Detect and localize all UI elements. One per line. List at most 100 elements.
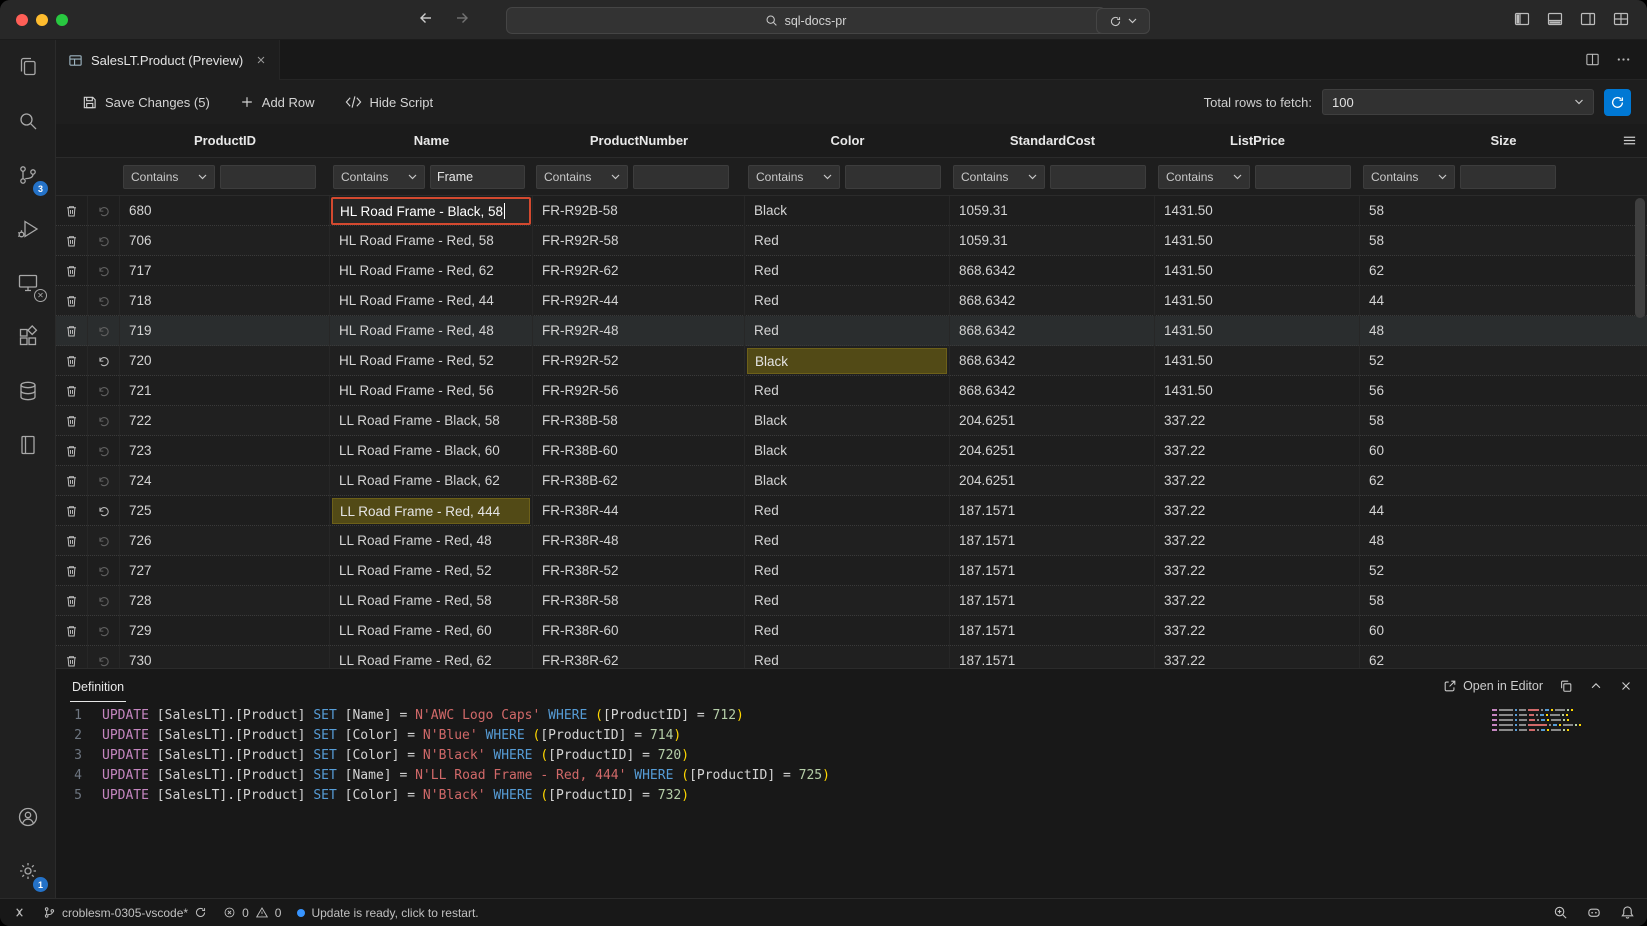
cell-id[interactable]: 680 — [120, 196, 330, 226]
undo-row-button[interactable] — [88, 316, 120, 346]
cell-price[interactable]: 1431.50 — [1155, 376, 1360, 406]
cell-size[interactable]: 62 — [1360, 646, 1647, 668]
cell-size[interactable]: 56 — [1360, 376, 1647, 406]
cell-id[interactable]: 717 — [120, 256, 330, 286]
cell-color[interactable]: Red — [745, 496, 950, 526]
cell-name[interactable]: LL Road Frame - Red, 444 — [330, 496, 533, 526]
save-changes-button[interactable]: Save Changes (5) — [82, 95, 210, 110]
cell-color[interactable]: Red — [745, 586, 950, 616]
undo-row-button[interactable] — [88, 556, 120, 586]
column-header-productnumber[interactable]: ProductNumber — [533, 133, 745, 148]
cell-cost[interactable]: 868.6342 — [950, 256, 1155, 286]
layout-secondary-sidebar-icon[interactable] — [1580, 11, 1596, 27]
update-status-item[interactable]: Update is ready, click to restart. — [297, 906, 478, 920]
cell-size[interactable]: 52 — [1360, 346, 1647, 376]
cell-name[interactable]: HL Road Frame - Red, 48 — [330, 316, 533, 346]
sidebar-item-run-debug[interactable] — [0, 202, 55, 256]
cell-price[interactable]: 337.22 — [1155, 646, 1360, 668]
undo-row-button[interactable] — [88, 586, 120, 616]
grid-menu-icon[interactable] — [1622, 133, 1637, 148]
cell-color[interactable]: Black — [745, 436, 950, 466]
cell-id[interactable]: 720 — [120, 346, 330, 376]
cell-color[interactable]: Black — [745, 196, 950, 226]
undo-row-button[interactable] — [88, 436, 120, 466]
chevron-up-icon[interactable] — [1589, 679, 1603, 693]
cell-id[interactable]: 725 — [120, 496, 330, 526]
cell-number[interactable]: FR-R38R-48 — [533, 526, 745, 556]
cell-number[interactable]: FR-R92R-52 — [533, 346, 745, 376]
cell-size[interactable]: 44 — [1360, 496, 1647, 526]
cell-price[interactable]: 1431.50 — [1155, 286, 1360, 316]
cell-size[interactable]: 44 — [1360, 286, 1647, 316]
cell-color[interactable]: Red — [745, 226, 950, 256]
cell-color[interactable]: Red — [745, 526, 950, 556]
cell-size[interactable]: 58 — [1360, 406, 1647, 436]
undo-row-button[interactable] — [88, 376, 120, 406]
undo-row-button[interactable] — [88, 646, 120, 668]
delete-row-button[interactable] — [56, 466, 88, 496]
cell-size[interactable]: 60 — [1360, 616, 1647, 646]
cell-cost[interactable]: 1059.31 — [950, 196, 1155, 226]
undo-row-button[interactable] — [88, 196, 120, 226]
cell-size[interactable]: 62 — [1360, 466, 1647, 496]
cell-name[interactable]: LL Road Frame - Red, 58 — [330, 586, 533, 616]
cell-cost[interactable]: 204.6251 — [950, 436, 1155, 466]
delete-row-button[interactable] — [56, 226, 88, 256]
close-window-button[interactable] — [16, 14, 28, 26]
cell-price[interactable]: 1431.50 — [1155, 316, 1360, 346]
cell-id[interactable]: 723 — [120, 436, 330, 466]
undo-row-button[interactable] — [88, 496, 120, 526]
cell-name[interactable]: LL Road Frame - Red, 62 — [330, 646, 533, 668]
cell-number[interactable]: FR-R92R-44 — [533, 286, 745, 316]
cell-color[interactable]: Red — [745, 646, 950, 668]
refresh-button[interactable] — [1604, 89, 1631, 116]
delete-row-button[interactable] — [56, 496, 88, 526]
filter-input-name[interactable] — [430, 165, 525, 189]
cell-id[interactable]: 721 — [120, 376, 330, 406]
cell-number[interactable]: FR-R92R-62 — [533, 256, 745, 286]
sql-script-editor[interactable]: 1UPDATE [SalesLT].[Product] SET [Name] =… — [56, 703, 1647, 898]
cell-size[interactable]: 58 — [1360, 196, 1647, 226]
split-editor-icon[interactable] — [1585, 52, 1600, 67]
cell-price[interactable]: 1431.50 — [1155, 346, 1360, 376]
cell-size[interactable]: 48 — [1360, 316, 1647, 346]
cell-price[interactable]: 1431.50 — [1155, 226, 1360, 256]
delete-row-button[interactable] — [56, 406, 88, 436]
cell-size[interactable]: 58 — [1360, 586, 1647, 616]
cell-number[interactable]: FR-R38R-62 — [533, 646, 745, 668]
cell-color[interactable]: Red — [745, 256, 950, 286]
add-row-button[interactable]: Add Row — [240, 95, 315, 110]
delete-row-button[interactable] — [56, 436, 88, 466]
cell-price[interactable]: 1431.50 — [1155, 256, 1360, 286]
delete-row-button[interactable] — [56, 346, 88, 376]
cell-number[interactable]: FR-R38R-52 — [533, 556, 745, 586]
cell-id[interactable]: 718 — [120, 286, 330, 316]
cell-price[interactable]: 337.22 — [1155, 406, 1360, 436]
cell-name[interactable]: HL Road Frame - Black, 58 — [330, 196, 533, 226]
sidebar-item-account[interactable] — [0, 790, 55, 844]
undo-row-button[interactable] — [88, 346, 120, 376]
cell-color[interactable]: Black — [745, 346, 950, 376]
delete-row-button[interactable] — [56, 286, 88, 316]
cell-number[interactable]: FR-R38R-44 — [533, 496, 745, 526]
sidebar-item-notebook[interactable] — [0, 418, 55, 472]
cell-id[interactable]: 729 — [120, 616, 330, 646]
bell-icon[interactable] — [1620, 905, 1635, 920]
copy-icon[interactable] — [1559, 679, 1573, 693]
zoom-in-icon[interactable] — [1553, 905, 1568, 920]
cell-size[interactable]: 62 — [1360, 256, 1647, 286]
cell-name[interactable]: LL Road Frame - Black, 58 — [330, 406, 533, 436]
cell-number[interactable]: FR-R38R-58 — [533, 586, 745, 616]
cell-number[interactable]: FR-R38B-62 — [533, 466, 745, 496]
filter-operator-name[interactable]: Contains — [333, 165, 425, 189]
cell-cost[interactable]: 204.6251 — [950, 406, 1155, 436]
command-center-search[interactable]: sql-docs-pr — [506, 7, 1106, 34]
cell-color[interactable]: Black — [745, 406, 950, 436]
delete-row-button[interactable] — [56, 586, 88, 616]
cell-name[interactable]: HL Road Frame - Red, 62 — [330, 256, 533, 286]
cell-number[interactable]: FR-R92R-58 — [533, 226, 745, 256]
sidebar-item-extensions[interactable] — [0, 310, 55, 364]
cell-color[interactable]: Red — [745, 616, 950, 646]
cell-size[interactable]: 48 — [1360, 526, 1647, 556]
cell-edit-input[interactable]: HL Road Frame - Black, 58 — [331, 197, 531, 225]
